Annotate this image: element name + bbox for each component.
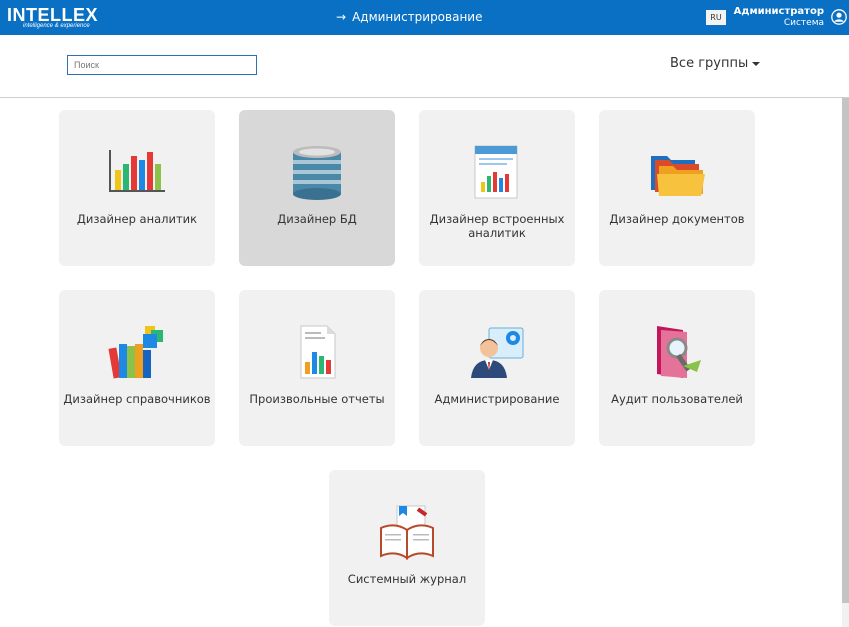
embedded-report-icon	[474, 145, 518, 199]
toolbar: Все группы	[0, 35, 849, 98]
tile-db-designer[interactable]: Дизайнер БД	[239, 110, 395, 266]
tile-custom-reports[interactable]: Произвольные отчеты	[239, 290, 395, 446]
user-name[interactable]: Администратор	[734, 6, 824, 18]
tile-label: Системный журнал	[347, 572, 467, 586]
tile-directories-designer[interactable]: Дизайнер справочников	[59, 290, 215, 446]
logo-text: INTELLEX	[7, 5, 99, 25]
tile-documents-designer[interactable]: Дизайнер документов	[599, 110, 755, 266]
scrollbar-thumb[interactable]	[842, 98, 849, 603]
caret-down-icon	[752, 61, 761, 66]
tile-label: Дизайнер аналитик	[76, 212, 198, 226]
logo-tagline: intelligence & experience	[23, 23, 90, 29]
user-icon[interactable]	[831, 9, 847, 25]
admin-user-gear-icon	[471, 327, 524, 378]
tile-embedded-analytics-designer[interactable]: Дизайнер встроенных аналитик	[419, 110, 575, 266]
folders-icon	[651, 156, 705, 196]
database-icon	[293, 146, 341, 200]
tile-label: Произвольные отчеты	[249, 392, 385, 406]
language-switch[interactable]: RU	[706, 10, 726, 25]
top-bar: INTELLEX intelligence & experience → Адми…	[0, 0, 849, 35]
analytics-chart-icon	[109, 150, 165, 192]
audit-folder-magnifier-icon	[657, 326, 701, 378]
tile-user-audit[interactable]: Аудит пользователей	[599, 290, 755, 446]
tile-label: Дизайнер встроенных аналитик	[429, 212, 565, 240]
breadcrumb-label: Администрирование	[352, 10, 483, 24]
search-input[interactable]	[67, 55, 257, 75]
tile-label: Аудит пользователей	[611, 392, 743, 406]
tile-label: Дизайнер документов	[609, 212, 745, 226]
groups-dropdown-label: Все группы	[670, 56, 749, 71]
tile-administration[interactable]: Администрирование	[419, 290, 575, 446]
journal-book-icon	[380, 505, 434, 560]
tile-label: Дизайнер справочников	[63, 392, 211, 406]
tile-label: Администрирование	[434, 392, 560, 406]
books-icon	[108, 326, 163, 379]
tile-label: Дизайнер БД	[277, 212, 357, 226]
breadcrumb[interactable]: → Администрирование	[336, 9, 482, 25]
scrollbar[interactable]	[842, 98, 849, 627]
user-subtitle: Система	[783, 18, 824, 28]
tile-system-journal[interactable]: Системный журнал	[329, 470, 485, 626]
groups-dropdown[interactable]: Все группы	[670, 55, 761, 73]
tile-analytics-designer[interactable]: Дизайнер аналитик	[59, 110, 215, 266]
intellex-logo[interactable]: INTELLEX intelligence & experience	[7, 5, 103, 32]
report-document-icon	[300, 325, 336, 379]
arrow-right-icon: →	[336, 10, 347, 24]
